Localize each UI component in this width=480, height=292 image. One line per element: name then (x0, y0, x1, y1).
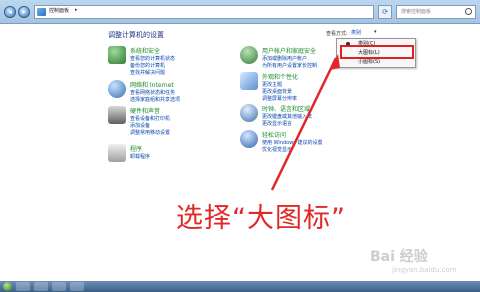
arrow-head (330, 54, 340, 70)
watermark-logo: Bai 经验 (370, 249, 428, 265)
start-button[interactable] (3, 282, 12, 291)
arrow-line (270, 57, 338, 191)
taskbar-button[interactable] (70, 282, 84, 291)
taskbar-button[interactable] (16, 282, 30, 291)
watermark-url: jingyan.baidu.com (392, 266, 457, 274)
taskbar (0, 281, 480, 292)
taskbar-button[interactable] (34, 282, 48, 291)
annotation-caption: 选择“大图标” (176, 203, 346, 234)
taskbar-button[interactable] (52, 282, 66, 291)
